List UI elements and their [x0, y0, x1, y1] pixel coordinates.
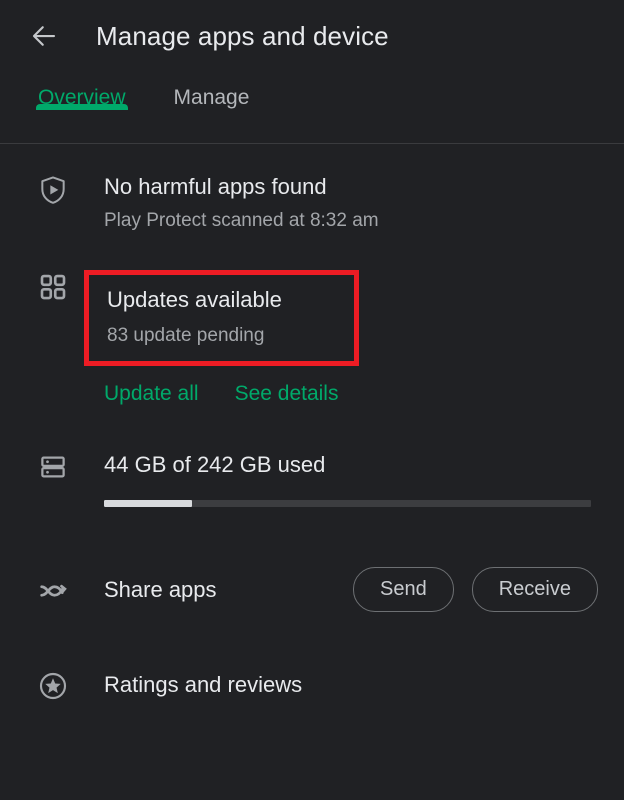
storage-icon	[30, 450, 76, 482]
nearby-share-icon	[30, 572, 76, 608]
send-button[interactable]: Send	[353, 567, 454, 612]
tab-bar: Overview Manage	[0, 72, 624, 144]
updates-annotation-box: Updates available 83 update pending	[84, 270, 359, 366]
star-circle-icon	[30, 668, 76, 702]
shield-play-icon	[30, 172, 76, 206]
storage-body: 44 GB of 242 GB used	[76, 450, 598, 507]
updates-title: Updates available	[107, 287, 282, 312]
ratings-and-reviews-row[interactable]: Ratings and reviews	[0, 668, 624, 702]
ratings-title: Ratings and reviews	[104, 672, 303, 697]
ratings-body: Ratings and reviews	[76, 670, 598, 700]
app-bar: Manage apps and device	[0, 0, 624, 72]
overview-content: No harmful apps found Play Protect scann…	[0, 144, 624, 702]
tab-overview[interactable]: Overview	[36, 72, 128, 110]
updates-row[interactable]: Updates available 83 update pending	[0, 270, 624, 366]
apps-grid-icon	[30, 270, 76, 302]
tab-active-indicator	[36, 104, 128, 110]
storage-progress-bar	[104, 500, 591, 507]
share-apps-row: Share apps Send Receive	[0, 567, 624, 612]
tab-manage[interactable]: Manage	[172, 72, 252, 110]
tab-manage-label: Manage	[173, 86, 250, 109]
updates-actions: Update all See details	[0, 382, 624, 406]
receive-button[interactable]: Receive	[471, 567, 598, 612]
arrow-left-icon	[29, 21, 59, 51]
updates-subtitle: 83 update pending	[107, 325, 265, 346]
back-button[interactable]	[24, 16, 64, 56]
play-protect-row[interactable]: No harmful apps found Play Protect scann…	[0, 172, 624, 236]
storage-row[interactable]: 44 GB of 242 GB used	[0, 450, 624, 507]
storage-progress-fill	[104, 500, 192, 507]
share-apps-label: Share apps	[104, 576, 217, 602]
tab-bar-divider	[0, 143, 624, 144]
play-protect-body: No harmful apps found Play Protect scann…	[76, 172, 598, 236]
play-protect-title: No harmful apps found	[104, 174, 327, 199]
play-protect-subtitle: Play Protect scanned at 8:32 am	[104, 210, 379, 231]
updates-body: Updates available 83 update pending	[76, 270, 598, 366]
see-details-button[interactable]: See details	[235, 382, 339, 406]
share-apps-main: Share apps Send Receive	[76, 567, 598, 612]
page-title: Manage apps and device	[96, 20, 389, 51]
update-all-button[interactable]: Update all	[104, 382, 199, 406]
storage-title: 44 GB of 242 GB used	[104, 452, 326, 477]
